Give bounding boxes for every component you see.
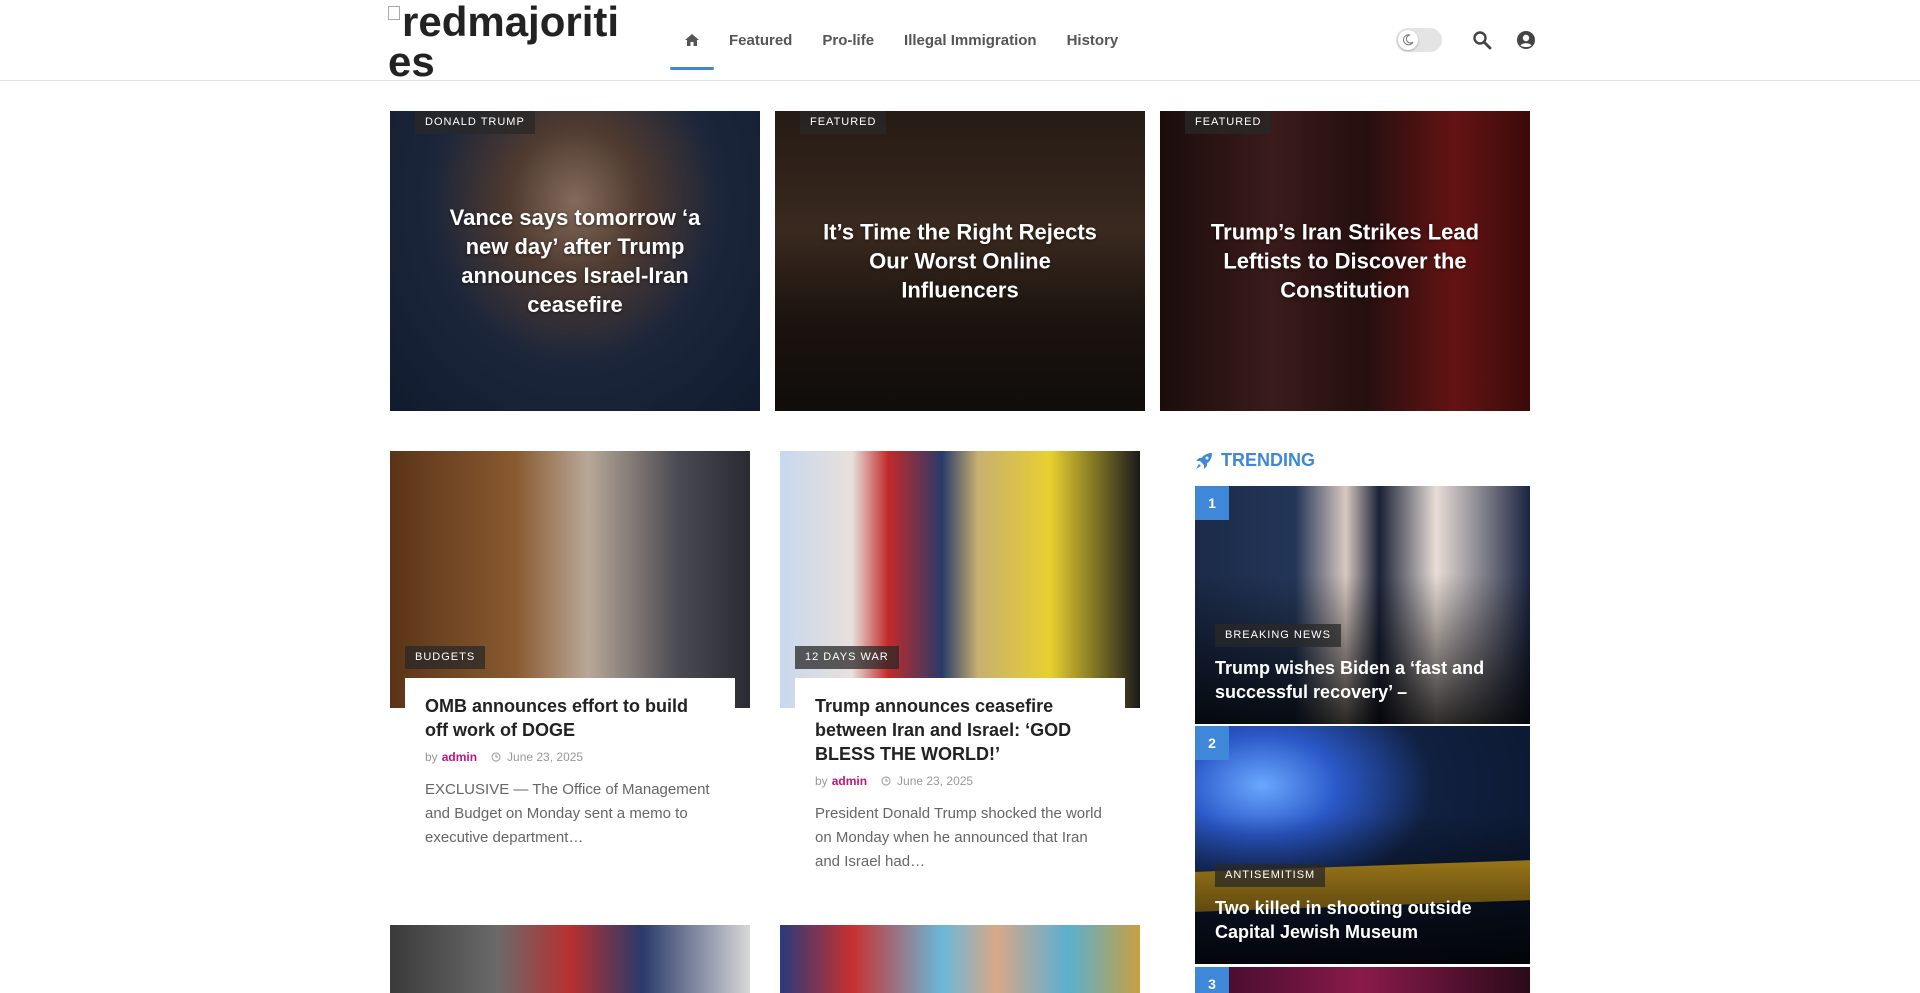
nav-pro-life[interactable]: Pro-life bbox=[807, 0, 889, 80]
nav-history[interactable]: History bbox=[1052, 0, 1134, 80]
category-tag[interactable]: Featured bbox=[800, 111, 887, 134]
trending-rank: 2 bbox=[1195, 726, 1229, 760]
rocket-icon bbox=[1195, 452, 1213, 470]
trending-heading: TRENDING bbox=[1195, 450, 1315, 471]
trending-rank: 1 bbox=[1195, 486, 1229, 520]
site-logo[interactable]: redmajorities bbox=[388, 2, 628, 80]
trending-rank: 3 bbox=[1195, 967, 1229, 993]
hero-title[interactable]: Vance says tomorrow ‘a new day’ after Tr… bbox=[430, 203, 720, 319]
by-label: by bbox=[815, 774, 828, 788]
category-tag[interactable]: Donald Trump bbox=[415, 111, 535, 134]
trending-item[interactable]: 1 Breaking News Trump wishes Biden a ‘fa… bbox=[1195, 486, 1530, 724]
dark-mode-toggle[interactable] bbox=[1396, 28, 1442, 52]
article-image[interactable] bbox=[780, 451, 1140, 708]
article-card: Budgets OMB announces effort to build of… bbox=[390, 451, 750, 850]
trending-title: TRENDING bbox=[1221, 450, 1315, 470]
active-indicator bbox=[670, 67, 714, 70]
trending-item[interactable]: 3 bbox=[1195, 967, 1530, 993]
by-label: by bbox=[425, 750, 438, 764]
hero-card[interactable]: Donald Trump Vance says tomorrow ‘a new … bbox=[390, 111, 760, 411]
moon-icon bbox=[1398, 30, 1418, 50]
category-tag[interactable]: Budgets bbox=[405, 646, 486, 669]
nav-featured[interactable]: Featured bbox=[714, 0, 807, 80]
header-tools bbox=[1396, 24, 1548, 56]
trending-item[interactable]: 2 Antisemitism Two killed in shooting ou… bbox=[1195, 726, 1530, 964]
search-icon[interactable] bbox=[1470, 28, 1494, 52]
category-tag[interactable]: 12 Days War bbox=[795, 646, 899, 669]
trending-title[interactable]: Trump wishes Biden a ‘fast and successfu… bbox=[1215, 656, 1510, 704]
hero-title[interactable]: It’s Time the Right Rejects Our Worst On… bbox=[815, 218, 1105, 305]
article-body: Trump announces ceasefire between Iran a… bbox=[795, 678, 1125, 874]
author-link[interactable]: admin bbox=[832, 774, 867, 788]
category-tag[interactable]: Breaking News bbox=[1215, 624, 1341, 647]
user-account-icon[interactable] bbox=[1514, 28, 1538, 52]
article-title[interactable]: Trump announces ceasefire between Iran a… bbox=[815, 694, 1105, 766]
logo-alt-text: redmajorities bbox=[388, 2, 620, 80]
nav-illegal-immigration[interactable]: Illegal Immigration bbox=[889, 0, 1052, 80]
author-link[interactable]: admin bbox=[442, 750, 477, 764]
site-header: redmajorities Featured Pro-life Illegal … bbox=[0, 0, 1920, 81]
nav-home[interactable] bbox=[670, 0, 714, 80]
article-card: 12 Days War Trump announces ceasefire be… bbox=[780, 451, 1140, 874]
broken-image-icon bbox=[388, 6, 400, 20]
category-tag[interactable]: Antisemitism bbox=[1215, 864, 1326, 887]
article-image[interactable] bbox=[390, 451, 750, 708]
article-body: OMB announces effort to build off work o… bbox=[405, 678, 735, 850]
article-meta: by admin June 23, 2025 bbox=[815, 774, 1105, 788]
clock-icon bbox=[491, 752, 501, 762]
article-date: June 23, 2025 bbox=[897, 774, 974, 788]
article-date: June 23, 2025 bbox=[507, 750, 584, 764]
main-nav: Featured Pro-life Illegal Immigration Hi… bbox=[670, 0, 1133, 80]
hero-card[interactable]: Featured Trump’s Iran Strikes Lead Lefti… bbox=[1160, 111, 1530, 411]
category-tag[interactable]: Featured bbox=[1185, 111, 1272, 134]
home-icon bbox=[685, 34, 699, 46]
hero-title[interactable]: Trump’s Iran Strikes Lead Leftists to Di… bbox=[1200, 218, 1490, 305]
article-meta: by admin June 23, 2025 bbox=[425, 750, 715, 764]
article-excerpt: EXCLUSIVE — The Office of Management and… bbox=[425, 781, 710, 846]
article-title[interactable]: OMB announces effort to build off work o… bbox=[425, 694, 715, 742]
article-image[interactable] bbox=[390, 925, 750, 993]
hero-card[interactable]: Featured It’s Time the Right Rejects Our… bbox=[775, 111, 1145, 411]
article-excerpt: President Donald Trump shocked the world… bbox=[815, 805, 1102, 870]
trending-title[interactable]: Two killed in shooting outside Capital J… bbox=[1215, 896, 1510, 944]
clock-icon bbox=[881, 776, 891, 786]
trending-image bbox=[1195, 967, 1530, 993]
article-image[interactable] bbox=[780, 925, 1140, 993]
